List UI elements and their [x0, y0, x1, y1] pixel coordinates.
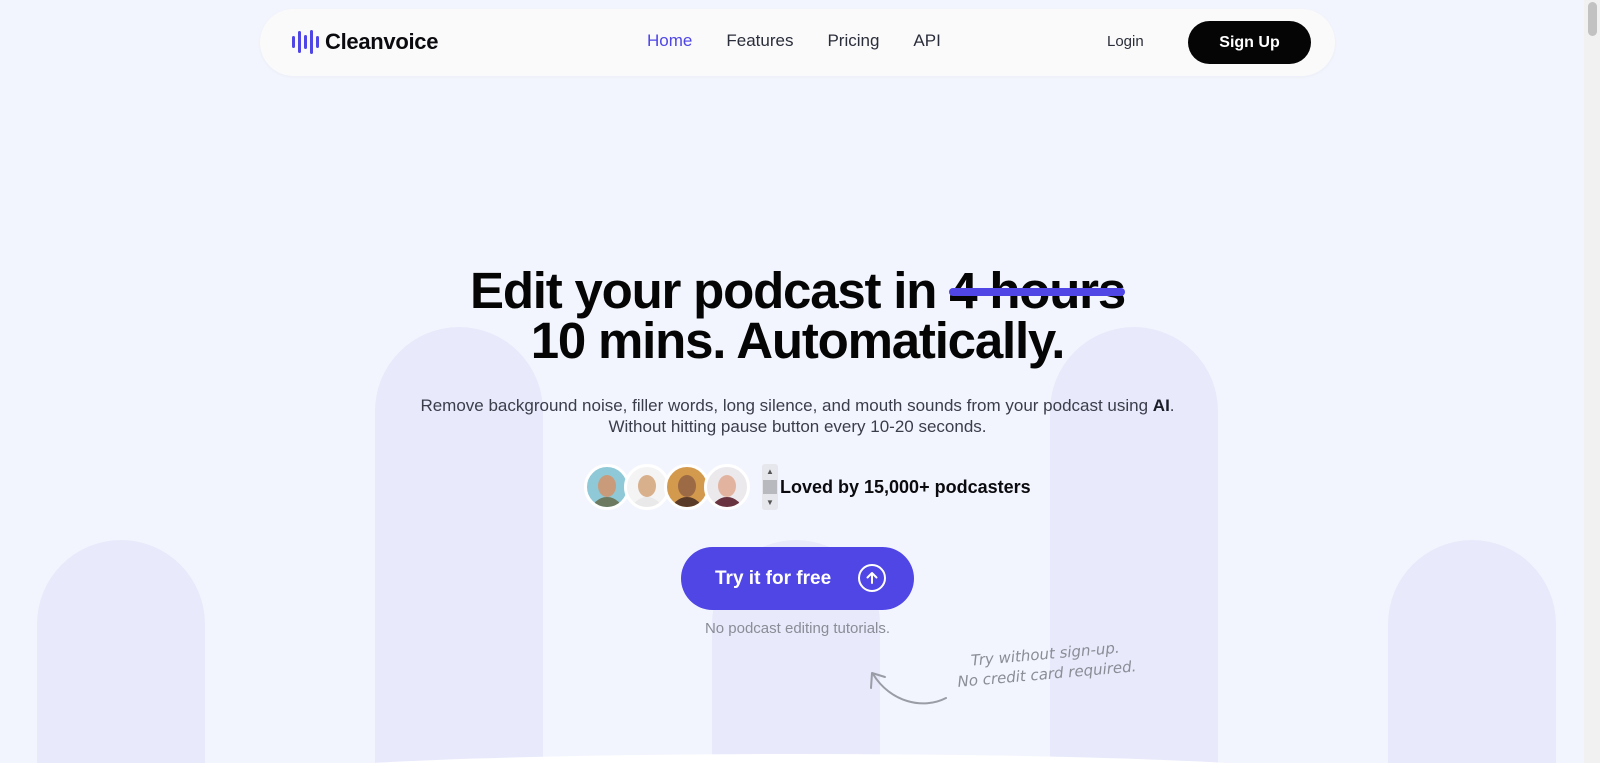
nav-links: Home Features Pricing API: [647, 31, 975, 51]
try-it-free-button[interactable]: Try it for free: [681, 547, 914, 610]
avatar: [704, 464, 750, 510]
hero-subtitle-line2: Without hitting pause button every 10-20…: [608, 417, 987, 436]
curved-arrow-icon: [870, 672, 947, 705]
cta-note: No podcast editing tutorials.: [704, 620, 891, 637]
chevron-up-icon[interactable]: ▲: [766, 467, 774, 476]
logo[interactable]: Cleanvoice: [292, 29, 438, 55]
login-link[interactable]: Login: [1107, 33, 1144, 50]
page-scrollbar[interactable]: [1584, 0, 1600, 763]
nav-link-features[interactable]: Features: [726, 31, 793, 51]
background-pillar: [375, 327, 543, 763]
nav-link-api[interactable]: API: [913, 31, 940, 51]
hero-subtitle-end: .: [1169, 396, 1175, 415]
hero-subtitle-text: Remove background noise, filler words, l…: [420, 396, 1153, 415]
background-pillar: [1050, 327, 1218, 763]
hero-title: Edit your podcast in 4 hours 10 mins. Au…: [0, 262, 1595, 369]
hero-subtitle-bold: AI: [1152, 396, 1170, 415]
social-proof-text: Loved by 15,000+ podcasters: [780, 476, 1031, 497]
stepper-thumb[interactable]: [763, 480, 777, 494]
top-navbar: Cleanvoice Home Features Pricing API Log…: [260, 9, 1335, 76]
cta-label: Try it for free: [715, 567, 832, 589]
logo-waveform-icon: [292, 29, 319, 55]
background-pillar: [1388, 540, 1556, 763]
scrollbar-thumb[interactable]: [1588, 2, 1597, 36]
social-proof: ▲ ▼ Loved by 15,000+ podcasters: [584, 464, 1031, 510]
background-pillar: [37, 540, 205, 763]
logo-text: Cleanvoice: [325, 29, 439, 54]
hero-title-struck: 4 hours: [949, 262, 1126, 319]
chevron-down-icon[interactable]: ▼: [766, 498, 774, 507]
hero-title-prefix: Edit your podcast in: [470, 262, 950, 319]
nav-link-pricing[interactable]: Pricing: [827, 31, 879, 51]
hero-title-line2: 10 mins. Automatically.: [530, 312, 1066, 369]
sign-up-button[interactable]: Sign Up: [1188, 21, 1311, 64]
nav-link-home[interactable]: Home: [647, 31, 692, 51]
hero-subtitle: Remove background noise, filler words, l…: [0, 395, 1595, 437]
avatar-scroll-stepper[interactable]: ▲ ▼: [762, 464, 778, 510]
arrow-up-circle-icon: [858, 564, 886, 592]
